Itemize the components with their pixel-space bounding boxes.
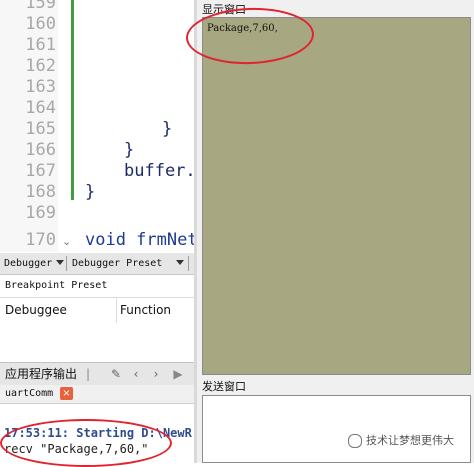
fold-chevron-icon[interactable]: ⌄ bbox=[62, 235, 71, 248]
application-output-header: 应用程序输出 | ✎ ‹ › ▶ bbox=[0, 362, 194, 385]
line-number: 166 bbox=[25, 140, 56, 160]
close-icon[interactable]: × bbox=[60, 387, 73, 400]
next-icon[interactable]: › bbox=[148, 366, 164, 382]
code-editor[interactable]: 159 160 161 162 163 164 165 166 167 168 … bbox=[0, 0, 194, 252]
send-window[interactable]: 技术让梦想更伟大 bbox=[202, 395, 471, 463]
watermark: 技术让梦想更伟大 bbox=[348, 432, 454, 448]
serial-tool-window: 显示窗口 Package,7,60, 发送窗口 技术让梦想更伟大 bbox=[197, 0, 474, 463]
line-number: 163 bbox=[25, 77, 56, 97]
breakpoint-preset-row[interactable]: Breakpoint Preset bbox=[0, 275, 194, 297]
toolbar-separator bbox=[66, 256, 67, 271]
previous-icon[interactable]: ‹ bbox=[128, 366, 144, 382]
code-line: } bbox=[124, 140, 135, 160]
line-number: 159 bbox=[25, 0, 56, 13]
line-number: 170 bbox=[25, 230, 56, 250]
application-output-title: 应用程序输出 bbox=[5, 367, 78, 381]
wechat-icon bbox=[348, 434, 362, 448]
line-number: 161 bbox=[25, 35, 56, 55]
line-number: 167 bbox=[25, 161, 56, 181]
chevron-down-icon[interactable] bbox=[176, 260, 184, 265]
line-number: 164 bbox=[25, 98, 56, 118]
debugger-preset-selector[interactable]: Debugger Preset bbox=[72, 253, 162, 274]
line-number: 165 bbox=[25, 119, 56, 139]
receive-window[interactable]: Package,7,60, bbox=[202, 17, 471, 375]
code-line: void frmNet bbox=[85, 230, 194, 250]
line-number: 162 bbox=[25, 56, 56, 76]
separator-icon: | bbox=[85, 367, 91, 381]
code-line: } bbox=[85, 182, 96, 202]
run-icon[interactable]: ▶ bbox=[170, 366, 186, 382]
code-line: } bbox=[162, 119, 173, 139]
watermark-text: 技术让梦想更伟大 bbox=[366, 434, 454, 447]
chevron-down-icon[interactable] bbox=[56, 260, 64, 265]
toolbar-separator bbox=[188, 256, 189, 271]
code-line: buffer. bbox=[124, 161, 194, 181]
line-number: 169 bbox=[25, 203, 56, 223]
clear-icon[interactable]: ✎ bbox=[108, 366, 124, 382]
line-number: 168 bbox=[25, 182, 56, 202]
output-tab-bar: uartComm × bbox=[0, 385, 194, 404]
tab-uartcomm[interactable]: uartComm bbox=[5, 386, 53, 402]
line-number: 160 bbox=[25, 14, 56, 34]
send-window-label: 发送窗口 bbox=[202, 380, 246, 393]
debugger-selector[interactable]: Debugger bbox=[4, 253, 52, 274]
column-divider bbox=[116, 298, 117, 323]
annotation-circle-output-log bbox=[0, 419, 172, 467]
breakpoint-preset-label: Breakpoint Preset bbox=[5, 280, 108, 291]
debugger-table-header: Debuggee Function bbox=[0, 297, 194, 324]
column-header-function[interactable]: Function bbox=[120, 298, 171, 323]
column-header-debuggee[interactable]: Debuggee bbox=[5, 298, 67, 323]
debugger-toolbar: Debugger Debugger Preset bbox=[0, 253, 194, 275]
change-marker-bar bbox=[71, 0, 74, 200]
line-number-gutter: 159 160 161 162 163 164 165 166 167 168 … bbox=[0, 0, 58, 252]
debugger-table-body bbox=[0, 323, 194, 361]
